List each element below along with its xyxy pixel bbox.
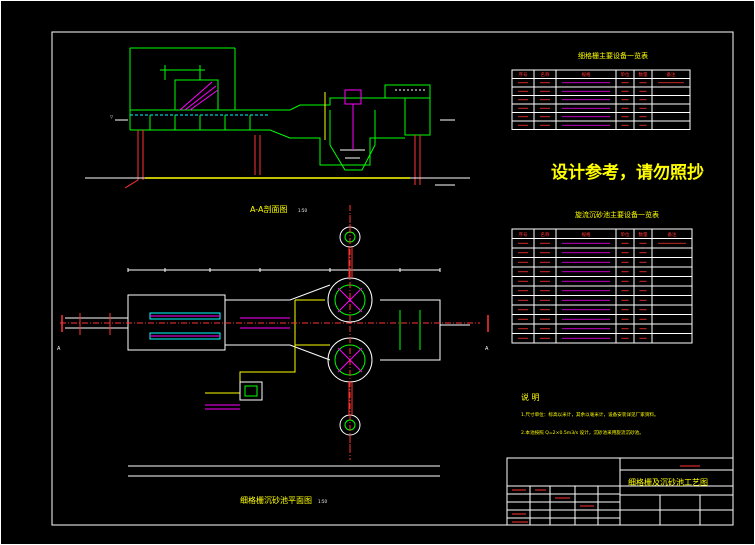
table1-title: 细格栅主要设备一览表	[578, 51, 648, 60]
table1-header-cell: 名称	[541, 71, 550, 78]
drawing-border	[51, 31, 734, 526]
equipment-table-1: 序号 名称 规格 单位 数量 备注	[511, 69, 691, 130]
table1-header-cell: 序号	[519, 71, 528, 78]
table2-header-cell: 数量	[639, 231, 648, 238]
table1-header-cell: 单位	[621, 71, 630, 78]
cad-drawing-canvas: ▽ A-A剖面图 1:50 A A 细格栅沉砂池平面图 1:50 细格栅主要设备…	[0, 0, 755, 545]
watermark-text: 设计参考，请勿照抄	[551, 162, 704, 183]
drawing-title: 细格栅及沉砂池工艺图	[628, 477, 708, 487]
section-view-scale: 1:50	[298, 208, 307, 213]
table1-header-cell: 规格	[582, 71, 591, 78]
notes-line-2: 2.本池按照 Q=2×0.5m3/s 设计，沉砂池采用旋流沉砂池。	[521, 429, 644, 436]
outer-frame	[0, 0, 755, 545]
table2-header-cell: 备注	[668, 231, 677, 238]
table1-header-cell: 备注	[667, 71, 676, 78]
svg-text:▽: ▽	[110, 114, 114, 119]
section-view: ▽	[85, 47, 470, 189]
title-block	[506, 457, 734, 526]
plan-view-title: 细格栅沉砂池平面图	[240, 495, 312, 505]
table2-header-cell: 规格	[582, 231, 591, 238]
section-view-title: A-A剖面图	[250, 204, 287, 214]
plan-view: A A	[57, 205, 489, 477]
cad-drawing: ▽ A-A剖面图 1:50 A A 细格栅沉砂池平面图 1:50 细格栅主要设备…	[0, 0, 755, 545]
equipment-table-2: 序号 名称 规格 单位 数量 备注	[511, 228, 693, 344]
table2-header-cell: 名称	[541, 231, 550, 238]
svg-text:A: A	[485, 346, 489, 352]
table2-header-cell: 序号	[519, 231, 528, 238]
table2-header-cell: 单位	[621, 231, 630, 238]
notes-title: 说 明	[521, 392, 540, 402]
notes-line-1: 1.尺寸单位：标高以米计，其余以毫米计，设备安装详见厂家资料。	[521, 411, 659, 418]
table1-header-cell: 数量	[639, 71, 648, 78]
table2-title: 旋流沉砂池主要设备一览表	[575, 210, 659, 219]
plan-view-scale: 1:50	[318, 499, 327, 504]
svg-text:A: A	[57, 346, 61, 352]
